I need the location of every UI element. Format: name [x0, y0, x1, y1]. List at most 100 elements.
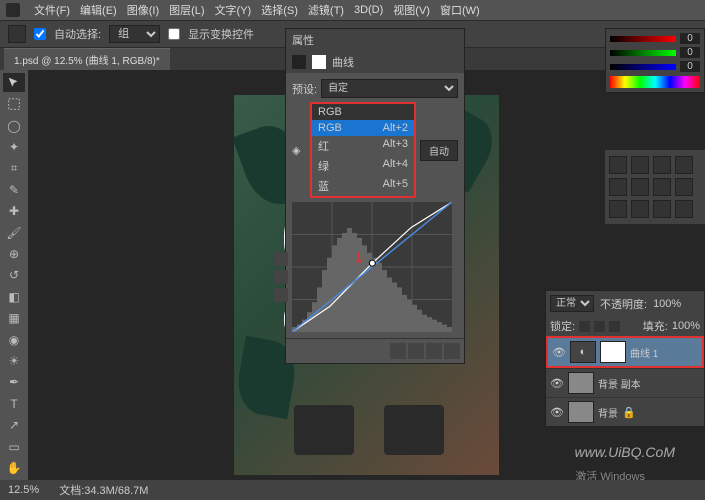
- pencil-tool-icon[interactable]: [274, 270, 288, 284]
- menu-view[interactable]: 视图(V): [393, 2, 430, 18]
- toolbox: ◯ ✦ ⌗ ✎ ✚ 🖌 ⊕ ↺ ◧ ▦ ◉ ☀ ✒ T ↗ ▭ ✋ 🔍: [0, 70, 28, 500]
- lasso-tool[interactable]: ◯: [3, 116, 25, 135]
- hand-tool[interactable]: ✋: [3, 458, 25, 477]
- shape-tool[interactable]: ▭: [3, 437, 25, 456]
- lock-pixels-icon[interactable]: [579, 321, 590, 332]
- channel-rgb[interactable]: RGBAlt+2: [312, 120, 414, 136]
- menu-type[interactable]: 文字(Y): [215, 2, 252, 18]
- wand-tool[interactable]: ✦: [3, 137, 25, 156]
- layer-mask-thumb[interactable]: [600, 341, 626, 363]
- pen-tool[interactable]: ✒: [3, 373, 25, 392]
- menu-edit[interactable]: 编辑(E): [80, 2, 117, 18]
- opacity-label: 不透明度:: [600, 296, 647, 312]
- reset-icon[interactable]: [426, 343, 442, 359]
- properties-title: 属性: [292, 32, 314, 48]
- marquee-tool[interactable]: [3, 94, 25, 113]
- smooth-tool-icon[interactable]: [274, 288, 288, 302]
- doc-size: 文档:34.3M/68.7M: [59, 482, 148, 498]
- stamp-tool[interactable]: ⊕: [3, 244, 25, 263]
- crop-tool[interactable]: ⌗: [3, 159, 25, 178]
- mask-icon: [312, 55, 326, 69]
- blue-slider[interactable]: [610, 64, 676, 70]
- zoom-level[interactable]: 12.5%: [8, 484, 39, 496]
- auto-button[interactable]: 自动: [420, 140, 458, 161]
- eraser-tool[interactable]: ◧: [3, 287, 25, 306]
- channel-red[interactable]: 红Alt+3: [312, 136, 414, 156]
- red-value[interactable]: 0: [680, 33, 700, 44]
- vibrance-icon[interactable]: [609, 178, 627, 196]
- image-content: [294, 405, 354, 455]
- auto-select-checkbox[interactable]: [34, 28, 46, 40]
- image-content: [384, 405, 444, 455]
- photo-filter-icon[interactable]: [609, 200, 627, 218]
- hue-icon[interactable]: [631, 178, 649, 196]
- lock-position-icon[interactable]: [594, 321, 605, 332]
- preset-dropdown[interactable]: 自定: [321, 79, 458, 98]
- dodge-tool[interactable]: ☀: [3, 351, 25, 370]
- layer-thumb: [568, 372, 594, 394]
- layer-row-copy[interactable]: 👁 背景 副本: [546, 368, 704, 397]
- lock-icon: 🔒: [622, 406, 636, 419]
- levels-icon[interactable]: [631, 156, 649, 174]
- invert-icon[interactable]: [675, 200, 693, 218]
- bw-icon[interactable]: [675, 178, 693, 196]
- document-tab[interactable]: 1.psd @ 12.5% (曲线 1, RGB/8)*: [4, 48, 170, 70]
- path-tool[interactable]: ↗: [3, 416, 25, 435]
- menu-file[interactable]: 文件(F): [34, 2, 70, 18]
- clip-icon[interactable]: [390, 343, 406, 359]
- menu-bar: 文件(F) 编辑(E) 图像(I) 图层(L) 文字(Y) 选择(S) 滤镜(T…: [0, 0, 705, 20]
- adjustment-thumb: ◐: [570, 341, 596, 363]
- menu-select[interactable]: 选择(S): [261, 2, 298, 18]
- move-tool-icon[interactable]: [8, 25, 26, 43]
- blur-tool[interactable]: ◉: [3, 330, 25, 349]
- layer-name[interactable]: 曲线 1: [630, 345, 658, 360]
- blue-value[interactable]: 0: [680, 61, 700, 72]
- visibility-icon[interactable]: 👁: [552, 345, 566, 359]
- opacity-value[interactable]: 100%: [653, 298, 681, 310]
- channel-green[interactable]: 绿Alt+4: [312, 156, 414, 176]
- green-value[interactable]: 0: [680, 47, 700, 58]
- channel-blue[interactable]: 蓝Alt+5: [312, 176, 414, 196]
- green-slider[interactable]: [610, 50, 676, 56]
- type-tool[interactable]: T: [3, 394, 25, 413]
- menu-image[interactable]: 图像(I): [127, 2, 159, 18]
- fill-label: 填充:: [643, 318, 668, 334]
- history-brush-tool[interactable]: ↺: [3, 266, 25, 285]
- auto-select-dropdown[interactable]: 组: [109, 25, 160, 43]
- curves-graph[interactable]: ↘: [292, 202, 452, 332]
- channel-dropdown[interactable]: RGB RGBAlt+2 红Alt+3 绿Alt+4 蓝Alt+5: [310, 102, 416, 198]
- fill-value[interactable]: 100%: [672, 320, 700, 332]
- channel-mixer-icon[interactable]: [631, 200, 649, 218]
- color-panel: 0 0 0: [605, 28, 705, 93]
- lookup-icon[interactable]: [653, 200, 671, 218]
- show-transform-checkbox[interactable]: [168, 28, 180, 40]
- menu-layer[interactable]: 图层(L): [169, 2, 204, 18]
- eyedropper-tool[interactable]: ✎: [3, 180, 25, 199]
- menu-3d[interactable]: 3D(D): [354, 4, 383, 16]
- brightness-icon[interactable]: [609, 156, 627, 174]
- view-previous-icon[interactable]: [408, 343, 424, 359]
- brush-tool[interactable]: 🖌: [3, 223, 25, 242]
- layer-row-curves[interactable]: 👁 ◐ 曲线 1: [546, 336, 704, 368]
- curves-adj-icon[interactable]: [653, 156, 671, 174]
- adjustments-panel: [605, 150, 705, 224]
- layer-row-bg[interactable]: 👁 背景 🔒: [546, 397, 704, 426]
- blend-mode-dropdown[interactable]: 正常: [550, 295, 594, 312]
- red-slider[interactable]: [610, 36, 676, 42]
- delete-icon[interactable]: [444, 343, 460, 359]
- exposure-icon[interactable]: [675, 156, 693, 174]
- layer-name[interactable]: 背景: [598, 405, 618, 420]
- colorbal-icon[interactable]: [653, 178, 671, 196]
- lock-all-icon[interactable]: [609, 321, 620, 332]
- move-tool[interactable]: [3, 73, 25, 92]
- heal-tool[interactable]: ✚: [3, 201, 25, 220]
- gradient-tool[interactable]: ▦: [3, 308, 25, 327]
- visibility-icon[interactable]: 👁: [550, 376, 564, 390]
- curve-tool-icon[interactable]: [274, 252, 288, 266]
- menu-window[interactable]: 窗口(W): [440, 2, 480, 18]
- color-spectrum[interactable]: [610, 76, 700, 88]
- layer-name[interactable]: 背景 副本: [598, 376, 641, 391]
- layer-thumb: [568, 401, 594, 423]
- menu-filter[interactable]: 滤镜(T): [308, 2, 344, 18]
- visibility-icon[interactable]: 👁: [550, 405, 564, 419]
